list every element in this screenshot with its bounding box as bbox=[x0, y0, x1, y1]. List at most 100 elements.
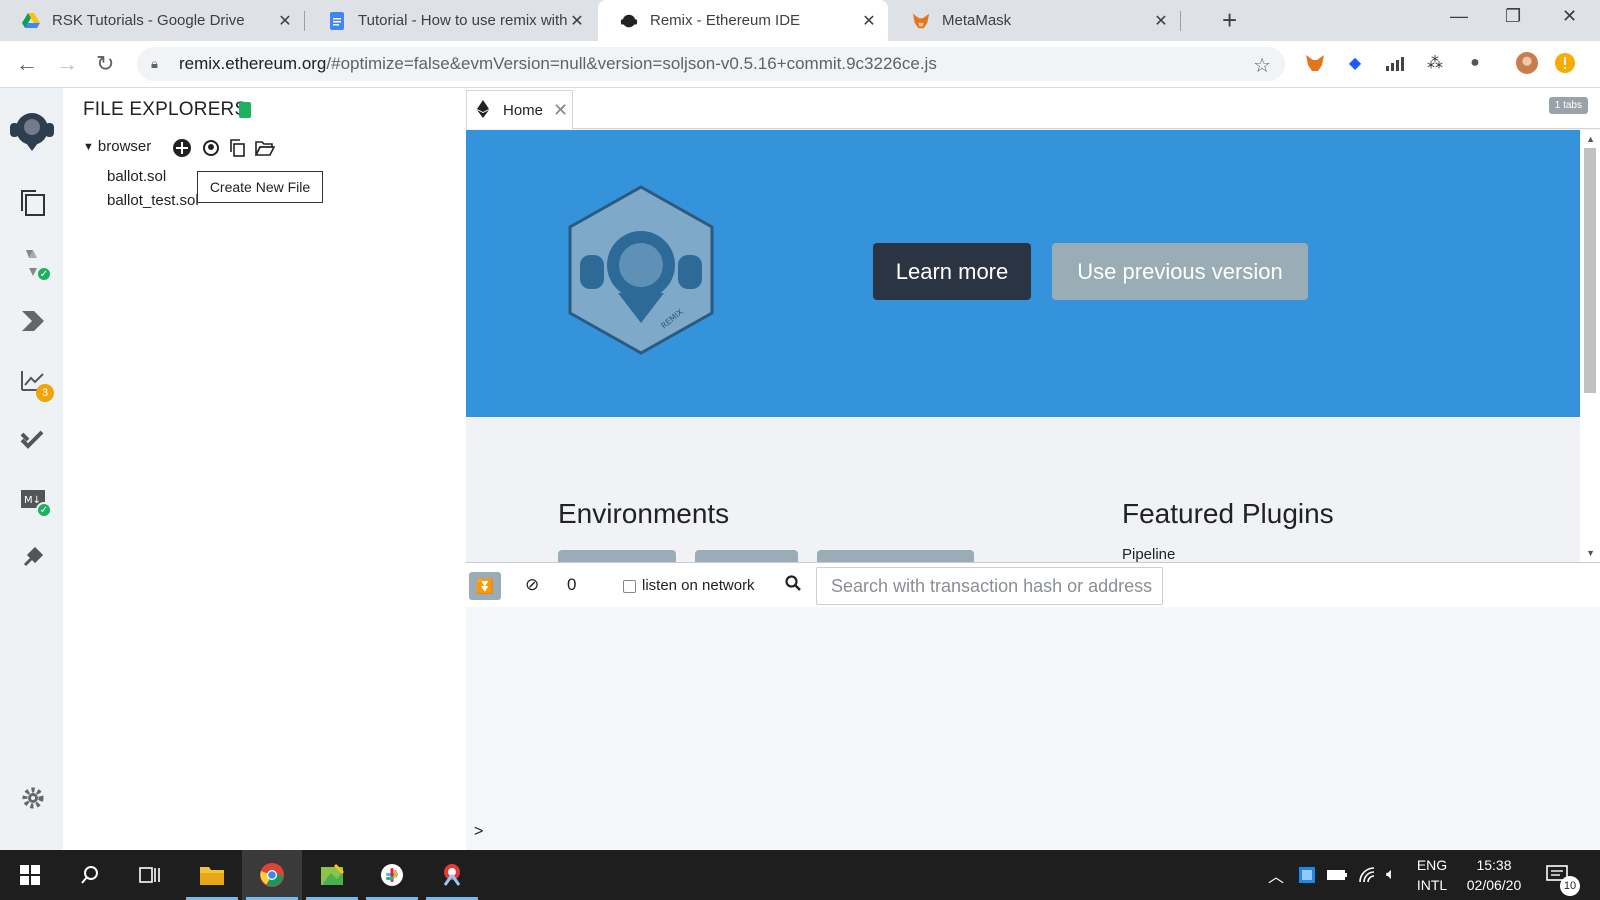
create-file-tooltip: Create New File bbox=[197, 171, 323, 203]
slack-app-icon[interactable] bbox=[362, 850, 422, 900]
reload-icon[interactable]: ↻ bbox=[96, 51, 114, 77]
markdown-icon[interactable]: M↓ ✓ bbox=[18, 484, 52, 518]
editor-tabs: Home ✕ 1 tabs bbox=[466, 88, 1600, 129]
tab-title: MetaMask bbox=[942, 12, 1012, 29]
task-view-icon[interactable] bbox=[120, 850, 180, 900]
tab-remix[interactable]: Remix - Ethereum IDE ✕ bbox=[598, 0, 888, 41]
metamask-icon bbox=[912, 12, 930, 30]
settings-gear-icon[interactable] bbox=[18, 783, 48, 813]
learn-more-button[interactable]: Learn more bbox=[873, 243, 1031, 300]
update-alert-icon[interactable] bbox=[1554, 52, 1576, 74]
remix-logo: REMIX bbox=[568, 185, 714, 355]
url-path: /#optimize=false&evmVersion=null&version… bbox=[326, 54, 937, 73]
environment-button[interactable] bbox=[817, 550, 974, 562]
use-previous-version-button[interactable]: Use previous version bbox=[1052, 243, 1308, 300]
diamond-extension-icon[interactable]: ◆ bbox=[1344, 52, 1366, 74]
close-icon[interactable]: ✕ bbox=[568, 11, 586, 31]
caret-down-icon: ▼ bbox=[83, 140, 94, 153]
file-ballot-sol[interactable]: ballot.sol bbox=[107, 168, 166, 185]
snipping-tool-app-icon[interactable] bbox=[422, 850, 482, 900]
volume-icon[interactable]: 🔈︎ bbox=[1386, 850, 1396, 900]
featured-plugin-pipeline[interactable]: Pipeline bbox=[1122, 546, 1175, 563]
success-check-icon: ✓ bbox=[36, 266, 52, 282]
close-icon[interactable]: ✕ bbox=[1152, 11, 1170, 31]
tab-separator bbox=[304, 11, 305, 31]
show-hidden-icons-icon[interactable]: ︿ bbox=[1268, 850, 1284, 900]
google-drive-icon bbox=[22, 12, 40, 30]
plugin-manager-icon[interactable] bbox=[18, 542, 48, 572]
solidity-compiler-icon[interactable]: ✓ bbox=[18, 248, 52, 282]
bookmark-star-icon[interactable]: ☆ bbox=[1253, 53, 1271, 78]
environment-button[interactable] bbox=[695, 550, 798, 562]
deploy-run-icon[interactable] bbox=[18, 306, 48, 336]
close-icon[interactable]: ✕ bbox=[276, 11, 294, 31]
wifi-icon[interactable] bbox=[1358, 850, 1378, 900]
environment-button[interactable] bbox=[558, 550, 676, 562]
restore-icon[interactable]: ❐ bbox=[1505, 6, 1521, 27]
forward-icon[interactable]: → bbox=[56, 51, 78, 77]
browser-folder[interactable]: ▼ browser bbox=[83, 138, 151, 155]
close-window-icon[interactable]: ✕ bbox=[1562, 6, 1577, 27]
scroll-thumb[interactable] bbox=[1584, 148, 1596, 393]
create-file-icon[interactable] bbox=[172, 138, 192, 158]
tab-google-drive[interactable]: RSK Tutorials - Google Drive ✕ bbox=[0, 0, 304, 41]
signal-extension-icon[interactable] bbox=[1384, 52, 1406, 74]
remix-logo-icon[interactable] bbox=[6, 106, 58, 154]
analysis-icon[interactable]: 3 bbox=[18, 366, 54, 402]
search-icon bbox=[785, 575, 801, 596]
network-adapter-icon[interactable] bbox=[1298, 850, 1316, 900]
open-folder-icon[interactable] bbox=[255, 138, 275, 158]
tab-title: RSK Tutorials - Google Drive bbox=[52, 12, 245, 29]
minimize-icon[interactable]: — bbox=[1450, 6, 1468, 27]
scroll-down-icon[interactable]: ▼ bbox=[1586, 548, 1595, 558]
battery-icon[interactable] bbox=[1326, 850, 1348, 900]
avatar[interactable] bbox=[1516, 52, 1538, 74]
metamask-extension-icon[interactable] bbox=[1304, 52, 1326, 74]
documentation-icon[interactable] bbox=[239, 102, 251, 118]
search-icon[interactable] bbox=[60, 850, 120, 900]
tab-tutorial-doc[interactable]: Tutorial - How to use remix with ✕ bbox=[306, 0, 596, 41]
listen-network-checkbox[interactable] bbox=[623, 580, 636, 593]
browser-tab-strip: RSK Tutorials - Google Drive ✕ Tutorial … bbox=[0, 0, 1600, 41]
input-language[interactable]: ENG INTL bbox=[1412, 855, 1452, 895]
close-icon[interactable]: ✕ bbox=[860, 11, 878, 31]
scrollbar[interactable]: ▲ ▼ bbox=[1580, 130, 1600, 562]
clock[interactable]: 15:38 02/06/20 bbox=[1458, 855, 1530, 895]
new-tab-button[interactable]: + bbox=[1222, 7, 1237, 33]
address-bar[interactable]: 🔒︎ remix.ethereum.org/#optimize=false&ev… bbox=[137, 47, 1285, 81]
environments-title: Environments bbox=[558, 498, 730, 529]
tx-search-input[interactable]: Search with transaction hash or address bbox=[816, 567, 1163, 605]
tab-home[interactable]: Home ✕ bbox=[466, 90, 573, 129]
paint-app-icon[interactable] bbox=[302, 850, 362, 900]
windows-taskbar: ︿ 🔈︎ ENG INTL 15:38 02/06/20 10 bbox=[0, 850, 1600, 900]
analysis-count-badge: 3 bbox=[36, 384, 54, 402]
close-icon[interactable]: ✕ bbox=[553, 100, 568, 121]
chrome-app-icon[interactable] bbox=[242, 850, 302, 900]
environment-buttons bbox=[558, 550, 978, 562]
circle-extension-icon[interactable]: ● bbox=[1464, 52, 1486, 74]
terminal-prompt: > bbox=[474, 823, 484, 840]
file-explorer-app-icon[interactable] bbox=[182, 850, 242, 900]
terminal-toggle-button[interactable]: ⏬ bbox=[469, 572, 501, 600]
tabs-count-badge[interactable]: 1 tabs bbox=[1548, 97, 1588, 114]
tab-label: Home bbox=[503, 101, 544, 119]
scroll-up-icon[interactable]: ▲ bbox=[1586, 134, 1595, 144]
tab-title: Remix - Ethereum IDE bbox=[650, 12, 801, 29]
windows-start-icon[interactable] bbox=[0, 850, 60, 900]
tab-metamask[interactable]: MetaMask ✕ bbox=[890, 0, 1180, 41]
testing-checks-icon[interactable] bbox=[18, 424, 48, 454]
keyboard-layout: INTL bbox=[1416, 877, 1448, 893]
file-ballot-test-sol[interactable]: ballot_test.sol bbox=[107, 192, 199, 209]
folder-label: browser bbox=[97, 138, 152, 155]
network-extension-icon[interactable]: ⁂ bbox=[1424, 52, 1446, 74]
github-icon[interactable] bbox=[201, 138, 221, 158]
pending-tx-count: 0 bbox=[567, 575, 577, 594]
copy-icon[interactable] bbox=[227, 138, 247, 158]
clear-console-icon[interactable]: ⊘ bbox=[525, 575, 539, 595]
clock-time: 15:38 bbox=[1476, 857, 1512, 873]
terminal-output[interactable]: > bbox=[466, 607, 1600, 850]
back-icon[interactable]: ← bbox=[16, 51, 38, 77]
remix-icon bbox=[620, 12, 638, 30]
file-explorers-icon[interactable] bbox=[18, 188, 48, 218]
main-panel: Home ✕ 1 tabs REMIX Learn more Use previ… bbox=[466, 88, 1600, 850]
